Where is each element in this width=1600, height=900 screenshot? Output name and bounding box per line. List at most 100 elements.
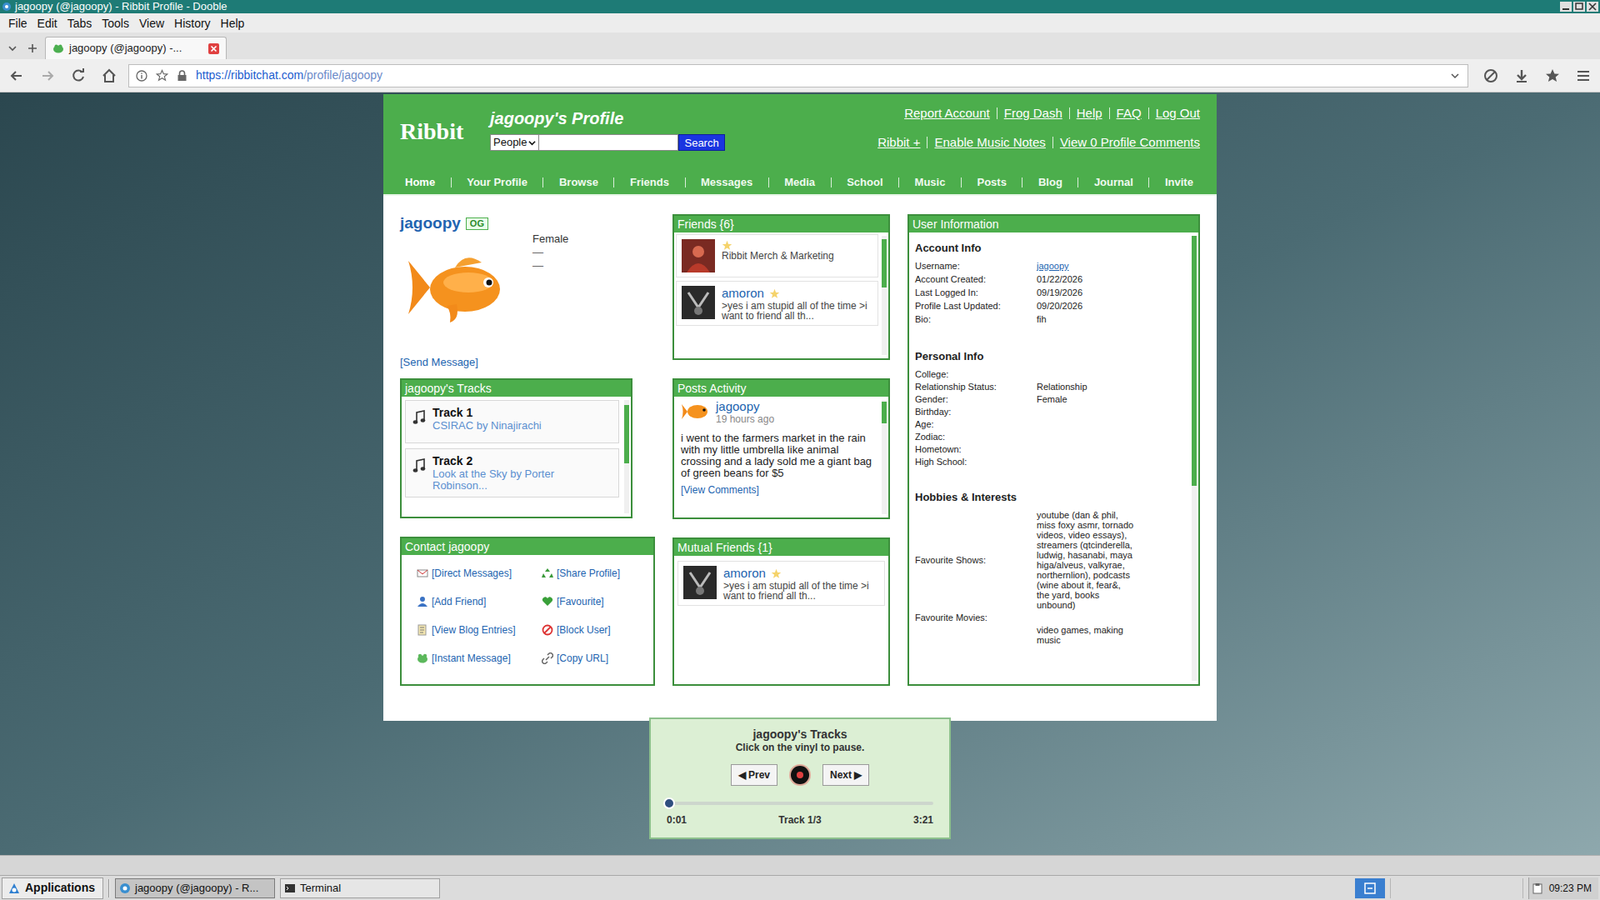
- clock[interactable]: 09:23 PM: [1549, 880, 1592, 896]
- address-field[interactable]: https://ribbitchat.com/profile/jagoopy: [128, 64, 1469, 88]
- menu-item[interactable]: Help: [220, 15, 245, 32]
- nav-item[interactable]: Journal: [1094, 174, 1134, 191]
- scrollbar-thumb[interactable]: [881, 401, 887, 424]
- progress-track[interactable]: [666, 801, 934, 805]
- friend-avatar-icon[interactable]: [681, 239, 715, 273]
- applications-menu[interactable]: Applications: [1, 877, 104, 900]
- next-button[interactable]: Next ▶: [822, 764, 870, 786]
- hamburger-menu-icon[interactable]: [1575, 67, 1592, 85]
- friend-item[interactable]: Ribbit Merch & Marketing: [675, 234, 879, 278]
- tray-network-icon[interactable]: [1355, 878, 1385, 899]
- view-comments-link[interactable]: [View Comments]: [680, 484, 875, 496]
- friend-name[interactable]: amoron: [723, 565, 766, 581]
- contact-link-text[interactable]: [Add Friend]: [431, 594, 486, 610]
- contact-link-text[interactable]: [Instant Message]: [431, 650, 511, 666]
- menu-item[interactable]: Tabs: [67, 15, 93, 32]
- taskbar-window-button[interactable]: Terminal: [280, 878, 440, 899]
- contact-link-text[interactable]: [Favourite]: [556, 594, 605, 610]
- close-tab-icon[interactable]: [208, 43, 220, 55]
- back-icon[interactable]: [8, 67, 25, 85]
- maximize-icon[interactable]: [1573, 1, 1585, 12]
- menu-item[interactable]: View: [139, 15, 165, 32]
- header-link[interactable]: FAQ: [1116, 104, 1142, 124]
- prev-button[interactable]: ◀ Prev: [730, 764, 778, 786]
- friend-item[interactable]: amoron>yes i am stupid all of the time >…: [677, 560, 885, 606]
- contact-link[interactable]: [Direct Messages]: [416, 566, 542, 580]
- url-dropdown-icon[interactable]: [1449, 70, 1461, 82]
- nav-item[interactable]: Your Profile: [466, 174, 528, 191]
- clipboard-icon[interactable]: [1532, 882, 1543, 895]
- minimize-icon[interactable]: [1560, 1, 1572, 12]
- nav-item[interactable]: Blog: [1038, 174, 1063, 191]
- download-icon[interactable]: [1513, 67, 1530, 85]
- nav-item[interactable]: Media: [784, 174, 815, 191]
- nav-item[interactable]: Music: [915, 174, 946, 191]
- close-icon[interactable]: [1586, 1, 1599, 12]
- contact-link-text[interactable]: [Block User]: [556, 622, 611, 638]
- ribbit-logo[interactable]: Ribbit: [400, 118, 464, 145]
- new-tab-icon[interactable]: [26, 42, 39, 55]
- browser-tab[interactable]: jagoopy (@jagoopy) -...: [45, 36, 227, 60]
- vinyl-button[interactable]: [790, 765, 810, 785]
- track-song[interactable]: CSIRAC by Ninajirachi: [432, 420, 542, 432]
- nav-item[interactable]: Invite: [1165, 174, 1194, 191]
- bookmarks-icon[interactable]: [1544, 67, 1561, 85]
- contact-link[interactable]: [View Blog Entries]: [416, 623, 542, 637]
- post-author[interactable]: jagoopy: [715, 400, 775, 414]
- progress-handle[interactable]: [663, 797, 675, 810]
- search-input[interactable]: [539, 134, 679, 151]
- send-message-link[interactable]: [Send Message]: [400, 355, 479, 369]
- scrollbar[interactable]: [881, 400, 887, 515]
- nav-item[interactable]: Browse: [559, 174, 599, 191]
- info-icon[interactable]: [135, 70, 148, 82]
- contact-link[interactable]: [Instant Message]: [416, 651, 542, 665]
- tab-list-icon[interactable]: [6, 42, 19, 55]
- block-icon[interactable]: [1482, 67, 1500, 85]
- scrollbar-thumb[interactable]: [624, 405, 630, 464]
- bookmark-star-icon[interactable]: [155, 69, 169, 82]
- header-link[interactable]: Frog Dash: [1004, 104, 1063, 124]
- progress-bar[interactable]: [666, 797, 934, 810]
- contact-link[interactable]: [Share Profile]: [541, 566, 649, 580]
- friend-avatar-icon[interactable]: [683, 565, 717, 600]
- header-link[interactable]: Log Out: [1155, 104, 1200, 124]
- contact-link-text[interactable]: [View Blog Entries]: [431, 622, 516, 638]
- nav-item[interactable]: Messages: [700, 174, 753, 191]
- menu-item[interactable]: Edit: [37, 15, 58, 32]
- header-link[interactable]: View 0 Profile Comments: [1060, 133, 1200, 153]
- friend-item[interactable]: amoron>yes i am stupid all of the time >…: [675, 280, 879, 326]
- search-category-select[interactable]: People: [490, 134, 540, 151]
- header-link[interactable]: Help: [1076, 104, 1103, 124]
- menu-item[interactable]: File: [8, 15, 28, 32]
- contact-link[interactable]: [Add Friend]: [416, 595, 542, 609]
- contact-link[interactable]: [Favourite]: [541, 595, 649, 609]
- contact-link[interactable]: [Block User]: [541, 623, 649, 637]
- menu-item[interactable]: Tools: [101, 15, 130, 32]
- nav-item[interactable]: Home: [405, 174, 435, 191]
- scrollbar[interactable]: [1191, 235, 1197, 681]
- post-item[interactable]: jagoopy19 hours agoi went to the farmers…: [680, 400, 875, 496]
- scrollbar[interactable]: [624, 400, 630, 514]
- contact-link-text[interactable]: [Share Profile]: [556, 565, 620, 581]
- track-song[interactable]: Look at the Sky by Porter Robinson...: [432, 468, 612, 492]
- nav-item[interactable]: Friends: [630, 174, 670, 191]
- home-icon[interactable]: [100, 67, 118, 85]
- track-item[interactable]: Track 2Look at the Sky by Porter Robinso…: [405, 448, 620, 498]
- taskbar-window-button[interactable]: jagoopy (@jagoopy) - R...: [115, 878, 275, 899]
- contact-link[interactable]: [Copy URL]: [541, 651, 649, 665]
- nav-item[interactable]: School: [846, 174, 883, 191]
- contact-link-text[interactable]: [Direct Messages]: [431, 565, 512, 581]
- applications-label[interactable]: Applications: [25, 879, 95, 897]
- friend-avatar-icon[interactable]: [681, 285, 715, 320]
- friend-name[interactable]: amoron: [721, 285, 765, 301]
- header-link[interactable]: Ribbit +: [877, 133, 920, 153]
- profile-name[interactable]: jagoopy: [400, 214, 461, 233]
- reload-icon[interactable]: [70, 67, 87, 85]
- search-button[interactable]: Search: [678, 134, 725, 151]
- info-value[interactable]: jagoopy: [1036, 260, 1070, 272]
- scrollbar[interactable]: [881, 235, 887, 355]
- forward-icon[interactable]: [39, 67, 56, 85]
- track-item[interactable]: Track 1CSIRAC by Ninajirachi: [405, 400, 620, 444]
- scrollbar-thumb[interactable]: [881, 239, 887, 288]
- nav-item[interactable]: Posts: [976, 174, 1006, 191]
